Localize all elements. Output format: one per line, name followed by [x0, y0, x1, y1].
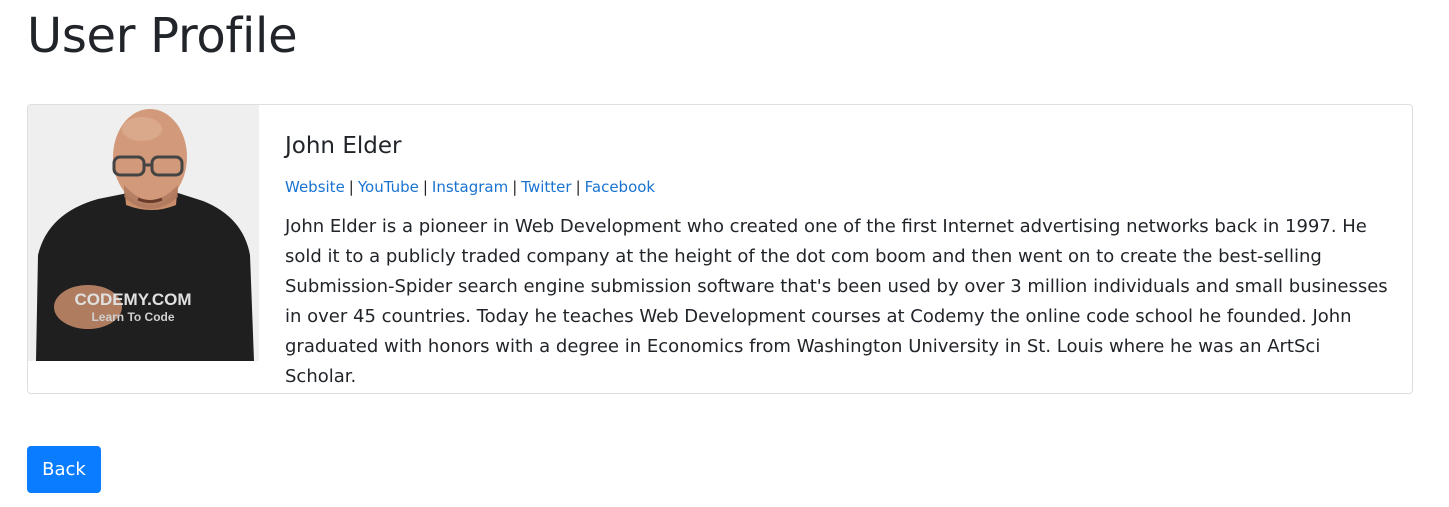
- link-separator: |: [422, 178, 428, 196]
- shirt-logo-text: CODEMY.COM: [74, 290, 191, 309]
- profile-bio: John Elder is a pioneer in Web Developme…: [285, 216, 1388, 387]
- user-profile-page: User Profile CODEMY.COM Learn To Code Jo…: [0, 0, 1449, 507]
- profile-card: CODEMY.COM Learn To Code John Elder Webs…: [27, 104, 1413, 394]
- shirt-logo-subtext: Learn To Code: [91, 310, 174, 324]
- instagram-link[interactable]: Instagram: [432, 178, 508, 196]
- website-link[interactable]: Website: [285, 178, 345, 196]
- link-separator: |: [348, 178, 354, 196]
- link-separator: |: [512, 178, 518, 196]
- back-button[interactable]: Back: [27, 446, 101, 493]
- twitter-link[interactable]: Twitter: [521, 178, 571, 196]
- facebook-link[interactable]: Facebook: [585, 178, 655, 196]
- youtube-link[interactable]: YouTube: [358, 178, 419, 196]
- avatar: CODEMY.COM Learn To Code: [28, 105, 259, 361]
- profile-photo: CODEMY.COM Learn To Code: [28, 105, 259, 361]
- link-separator: |: [575, 178, 581, 196]
- page-title: User Profile: [27, 8, 298, 64]
- card-body: John Elder Website | YouTube | Instagram | Twi…: [285, 125, 1395, 392]
- profile-name: John Elder: [285, 133, 402, 159]
- social-links: Website | YouTube | Instagram | Twitter | Facebo…: [285, 176, 1395, 198]
